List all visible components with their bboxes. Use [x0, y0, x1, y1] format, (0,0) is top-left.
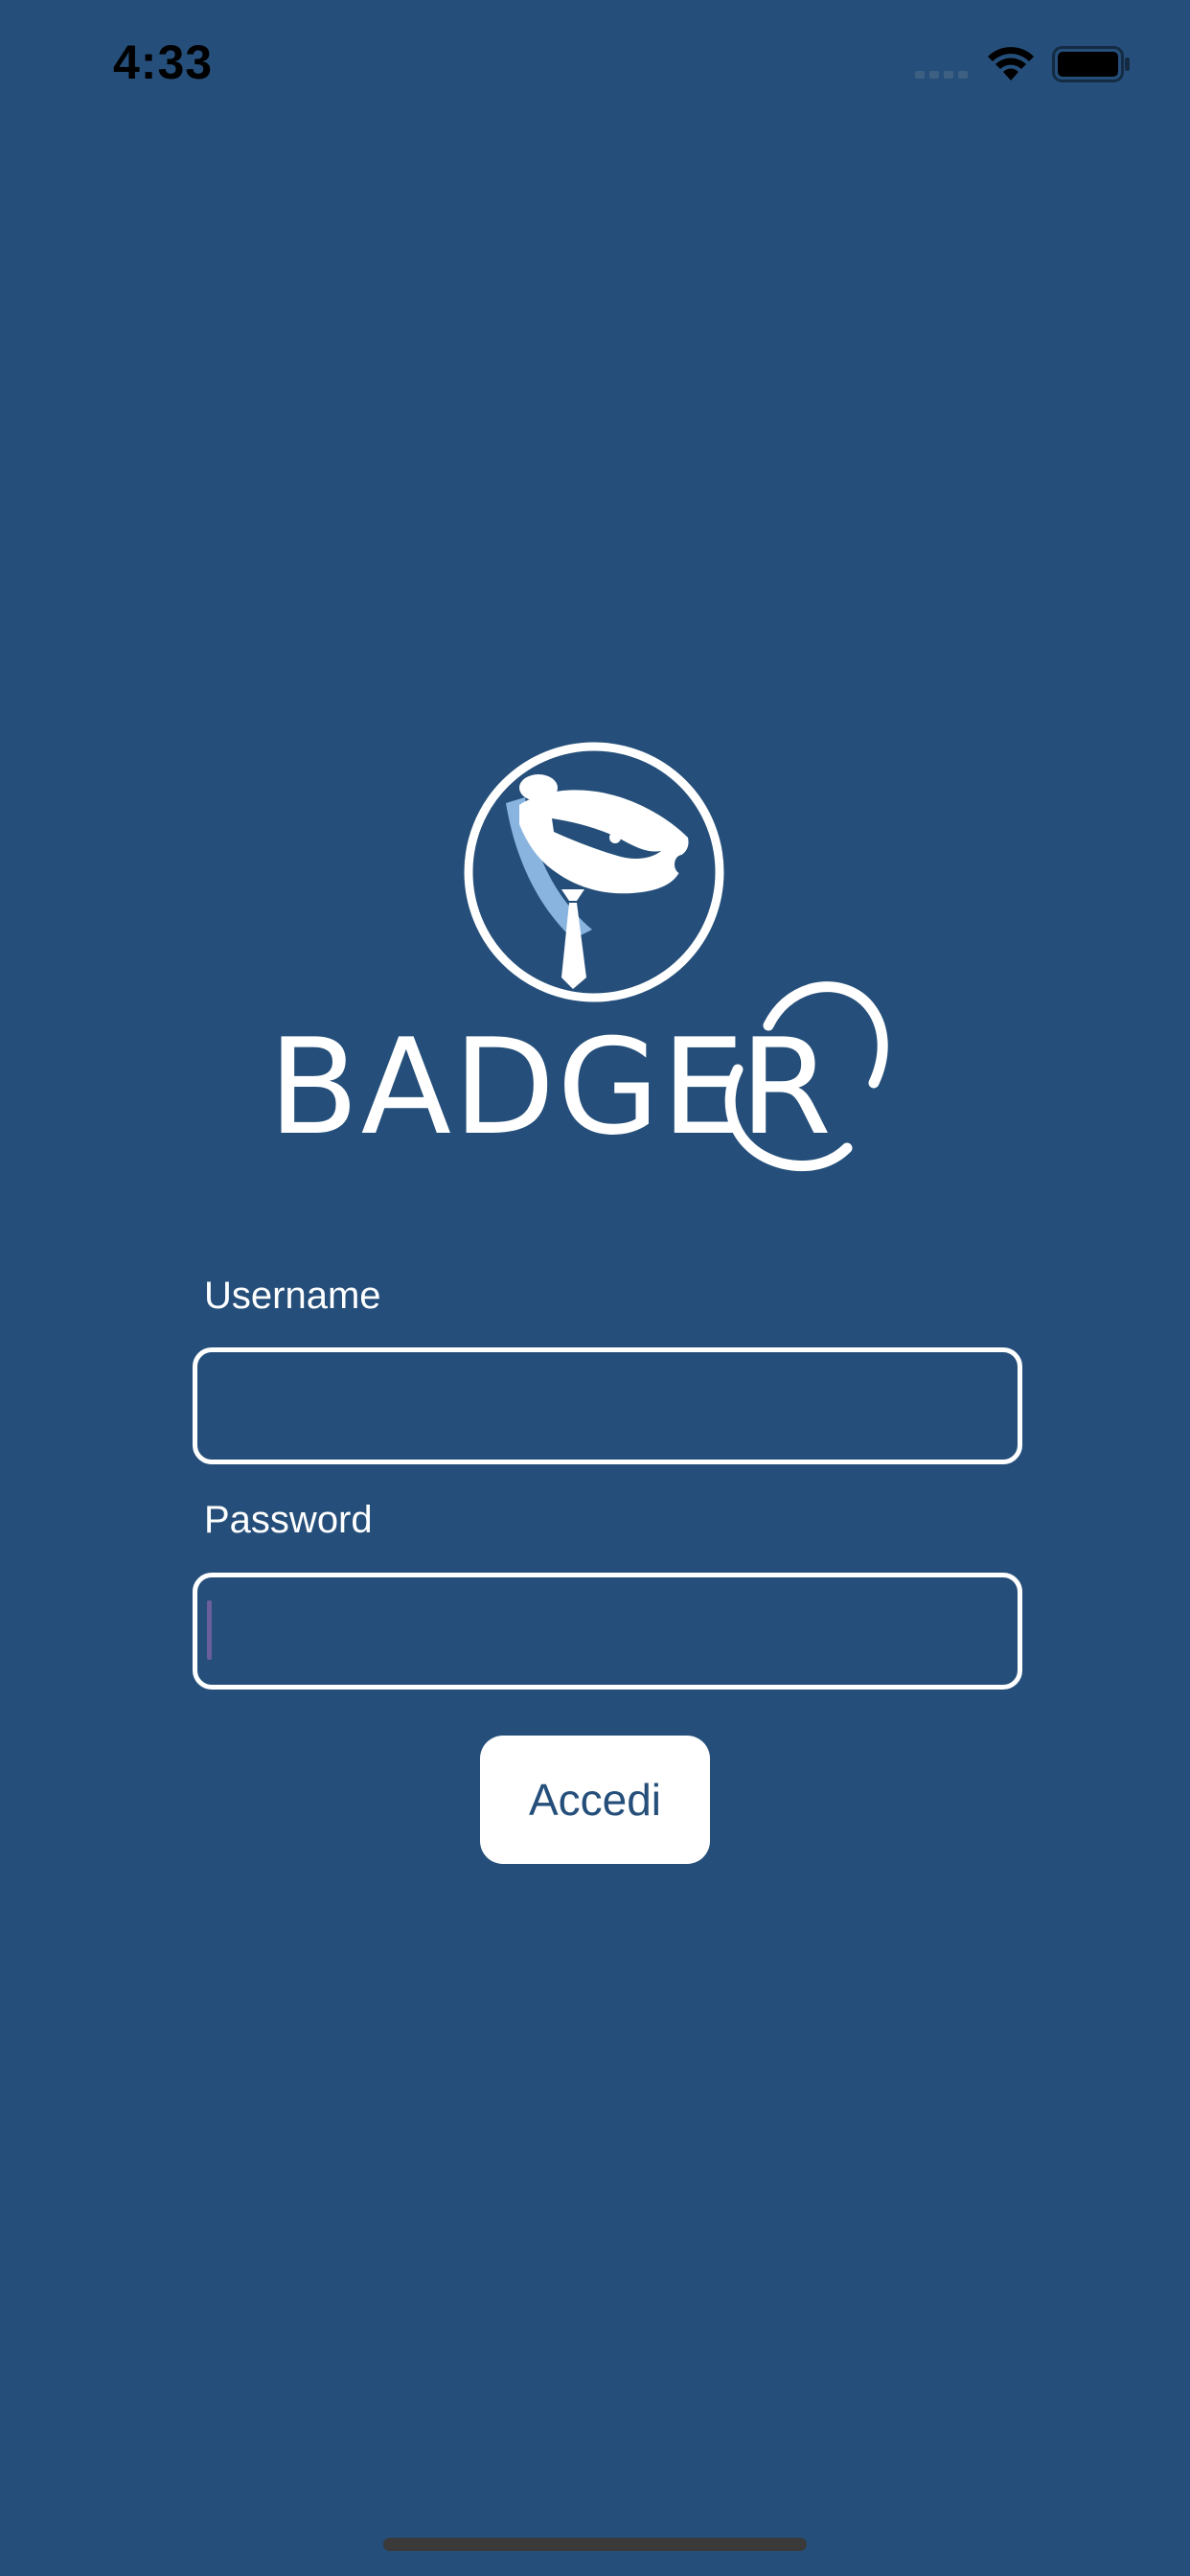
signal-icon — [915, 71, 968, 79]
logo-wordmark: BADGE — [268, 1010, 746, 1164]
username-field[interactable] — [193, 1347, 1022, 1464]
username-label: Username — [204, 1275, 381, 1317]
home-indicator[interactable] — [383, 2538, 807, 2551]
tie-icon — [561, 889, 584, 901]
password-field[interactable] — [193, 1573, 1022, 1690]
wifi-icon — [988, 47, 1034, 80]
login-screen: 4:33 BADGE R Username Password Accedi — [0, 0, 1190, 2576]
password-label: Password — [204, 1499, 373, 1541]
svg-text:R: R — [740, 1010, 832, 1164]
text-cursor — [207, 1600, 212, 1660]
battery-icon — [1052, 46, 1130, 82]
login-button[interactable]: Accedi — [480, 1736, 710, 1864]
status-time: 4:33 — [113, 35, 214, 89]
badger-logo: BADGE R — [268, 742, 888, 1172]
